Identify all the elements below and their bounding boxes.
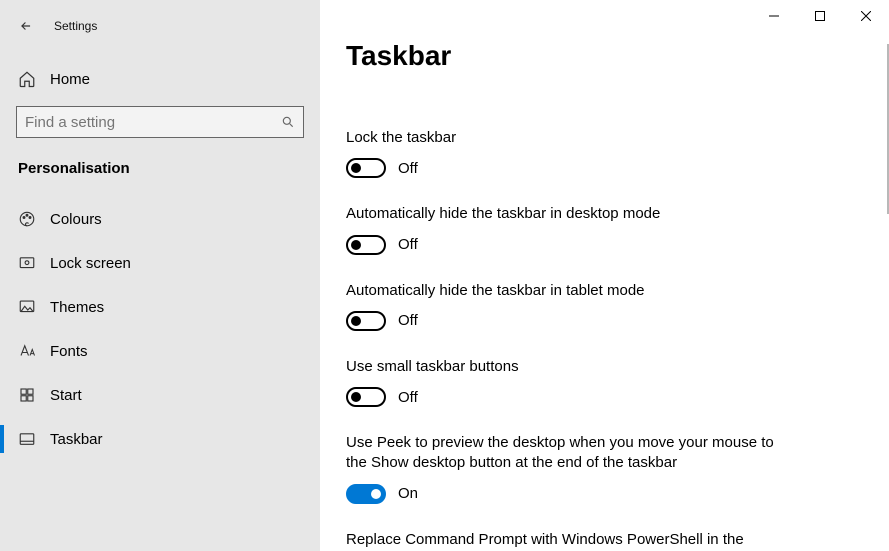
setting-label: Replace Command Prompt with Windows Powe… — [346, 530, 776, 551]
toggle-row: Off — [346, 158, 776, 178]
toggle-state: Off — [398, 389, 418, 406]
lock-screen-icon — [18, 254, 36, 272]
toggle-small-buttons[interactable] — [346, 387, 386, 407]
sidebar-item-taskbar[interactable]: Taskbar — [0, 417, 320, 461]
home-icon — [18, 70, 36, 88]
titlebar: Settings — [0, 8, 320, 44]
content-area: Taskbar Lock the taskbar Off Automatical… — [320, 0, 889, 551]
back-button[interactable] — [14, 14, 38, 38]
maximize-icon — [815, 11, 825, 21]
nav-list: Colours Lock screen Themes Fonts Start — [0, 197, 320, 461]
sidebar-item-label: Start — [50, 387, 82, 404]
minimize-icon — [769, 11, 779, 21]
toggle-autohide-tablet[interactable] — [346, 311, 386, 331]
setting-powershell: Replace Command Prompt with Windows Powe… — [346, 530, 776, 551]
sidebar-item-label: Lock screen — [50, 255, 131, 272]
setting-label: Automatically hide the taskbar in tablet… — [346, 281, 776, 301]
sidebar-item-colours[interactable]: Colours — [0, 197, 320, 241]
setting-autohide-tablet: Automatically hide the taskbar in tablet… — [346, 281, 776, 331]
sidebar-item-label: Colours — [50, 211, 102, 228]
minimize-button[interactable] — [751, 0, 797, 32]
setting-peek: Use Peek to preview the desktop when you… — [346, 433, 776, 504]
close-button[interactable] — [843, 0, 889, 32]
window-controls — [751, 0, 889, 32]
sidebar-category: Personalisation — [0, 138, 320, 185]
taskbar-icon — [18, 430, 36, 448]
toggle-state: Off — [398, 236, 418, 253]
toggle-row: On — [346, 484, 776, 504]
sidebar-item-label: Taskbar — [50, 431, 103, 448]
palette-icon — [18, 210, 36, 228]
sidebar: Settings Home Personalisation Colours Lo… — [0, 0, 320, 551]
sidebar-home-label: Home — [50, 71, 90, 88]
start-icon — [18, 386, 36, 404]
setting-label: Lock the taskbar — [346, 128, 776, 148]
sidebar-item-start[interactable]: Start — [0, 373, 320, 417]
toggle-peek[interactable] — [346, 484, 386, 504]
toggle-state: Off — [398, 160, 418, 177]
toggle-state: Off — [398, 312, 418, 329]
toggle-lock-taskbar[interactable] — [346, 158, 386, 178]
search-box[interactable] — [16, 106, 304, 138]
toggle-row: Off — [346, 235, 776, 255]
window-title: Settings — [54, 19, 97, 33]
sidebar-item-themes[interactable]: Themes — [0, 285, 320, 329]
sidebar-item-fonts[interactable]: Fonts — [0, 329, 320, 373]
setting-lock-taskbar: Lock the taskbar Off — [346, 128, 776, 178]
setting-label: Use Peek to preview the desktop when you… — [346, 433, 776, 474]
toggle-state: On — [398, 485, 418, 502]
sidebar-home[interactable]: Home — [0, 60, 320, 98]
sidebar-item-label: Themes — [50, 299, 104, 316]
fonts-icon — [18, 342, 36, 360]
setting-small-buttons: Use small taskbar buttons Off — [346, 357, 776, 407]
toggle-autohide-desktop[interactable] — [346, 235, 386, 255]
back-arrow-icon — [19, 19, 33, 33]
sidebar-item-label: Fonts — [50, 343, 88, 360]
toggle-row: Off — [346, 311, 776, 331]
maximize-button[interactable] — [797, 0, 843, 32]
toggle-row: Off — [346, 387, 776, 407]
close-icon — [861, 11, 871, 21]
themes-icon — [18, 298, 36, 316]
setting-autohide-desktop: Automatically hide the taskbar in deskto… — [346, 204, 776, 254]
search-input[interactable] — [25, 114, 281, 131]
setting-label: Automatically hide the taskbar in deskto… — [346, 204, 776, 224]
page-title: Taskbar — [346, 40, 889, 72]
setting-label: Use small taskbar buttons — [346, 357, 776, 377]
search-icon — [281, 115, 295, 129]
sidebar-item-lock-screen[interactable]: Lock screen — [0, 241, 320, 285]
